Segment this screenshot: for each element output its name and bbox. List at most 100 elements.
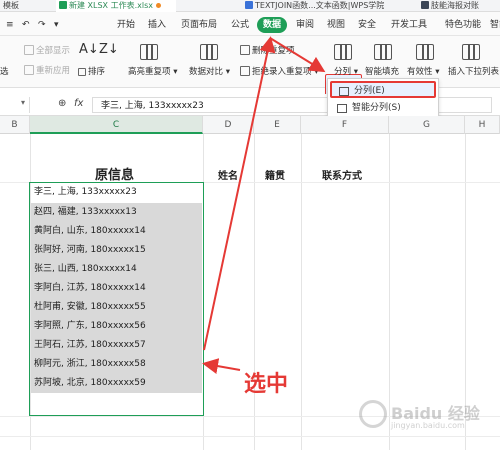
insert-dropdown-icon xyxy=(462,44,480,60)
filter-partial-label: 选 xyxy=(0,67,9,77)
reapply-label: 重新应用 xyxy=(36,66,71,76)
menu-redo-icon[interactable]: ↷ xyxy=(38,18,46,32)
smart-fill-button[interactable]: 智能填充 xyxy=(365,65,399,77)
annotation-label: 选中 xyxy=(244,372,289,397)
col-header-h[interactable]: H xyxy=(465,116,500,134)
header-contact[interactable]: 联系方式 xyxy=(322,167,362,182)
highlight-dup-button[interactable]: 高亮重复项 ▾ xyxy=(128,65,177,77)
col-header-c[interactable]: C xyxy=(30,116,203,134)
table-row[interactable]: 黄阿白, 山东, 180xxxxx14 xyxy=(31,222,202,241)
col-header-e[interactable]: E xyxy=(254,116,301,134)
tab-bar: 模板 新建 XLSX 工作表.xlsx TEXTJOIN函数...文本函数|WP… xyxy=(0,0,500,12)
table-row[interactable]: 李阿白, 江苏, 180xxxxx14 xyxy=(31,279,202,298)
table-row[interactable]: 李阿照, 广东, 180xxxxx56 xyxy=(31,317,202,336)
watermark-url: jingyan.baidu.com xyxy=(391,421,465,430)
split-dropdown-menu: 分列(E) 智能分列(S) xyxy=(327,78,439,118)
reject-dup-button[interactable]: 拒绝录入重复项 ▾ xyxy=(240,65,318,77)
fx-icon[interactable]: fx xyxy=(74,98,83,109)
tab-wps-article[interactable]: TEXTJOIN函数...文本函数|WPS学院 xyxy=(242,0,387,12)
unsaved-dot-icon xyxy=(155,3,161,8)
smart-split-icon xyxy=(337,104,347,113)
tab-label: 新建 XLSX 工作表.xlsx xyxy=(69,1,153,10)
delete-dup-button[interactable]: 删除重复项 xyxy=(240,44,295,56)
menu-item-label: 智能分列(S) xyxy=(352,103,401,113)
highlight-dup-icon xyxy=(140,44,158,60)
sort-az-icon[interactable]: Z↓ xyxy=(99,42,119,57)
sort-button[interactable]: 排序 xyxy=(78,65,105,77)
menu-back-icon[interactable]: ↶ xyxy=(22,18,30,32)
doc-icon xyxy=(421,1,429,9)
table-row[interactable]: 柳阿元, 浙江, 180xxxxx58 xyxy=(31,355,202,374)
header-original-info[interactable]: 原信息 xyxy=(95,164,134,183)
table-row[interactable]: 张阿好, 河南, 180xxxxx15 xyxy=(31,241,202,260)
menu-page-layout[interactable]: 页面布局 xyxy=(181,18,217,32)
menu-data[interactable]: 数据 xyxy=(257,17,288,33)
data-compare-button[interactable]: 数据对比 ▾ xyxy=(189,65,230,77)
insert-dropdown-button[interactable]: 插入下拉列表 xyxy=(448,65,499,77)
header-origin[interactable]: 籍贯 xyxy=(265,167,285,182)
menu-review[interactable]: 审阅 xyxy=(296,18,314,32)
col-header-g[interactable]: G xyxy=(389,116,465,134)
chevron-down-icon: ▾ xyxy=(20,98,25,107)
menu-view[interactable]: 视图 xyxy=(327,18,345,32)
reject-dup-label: 拒绝录入重复项 xyxy=(252,67,312,77)
name-box[interactable]: ▾ xyxy=(0,97,30,113)
menu-smart[interactable]: 智能 xyxy=(490,18,500,32)
reject-dup-icon xyxy=(240,66,250,76)
col-header-f[interactable]: F xyxy=(301,116,389,134)
col-header-b[interactable]: B xyxy=(0,116,30,134)
menu-more-icon[interactable]: ▾ xyxy=(54,18,59,32)
data-compare-label: 数据对比 xyxy=(189,67,224,77)
refresh-icon xyxy=(24,65,34,75)
menu-formula[interactable]: 公式 xyxy=(231,18,249,32)
tab-label: 肢能海报对账 xyxy=(431,1,479,10)
table-row[interactable]: 苏阿坡, 北京, 180xxxxx59 xyxy=(31,374,202,393)
table-row[interactable]: 王阿石, 江苏, 180xxxxx57 xyxy=(31,336,202,355)
table-row[interactable]: 张三, 山西, 180xxxxx14 xyxy=(31,260,202,279)
baidu-paw-icon xyxy=(359,400,387,428)
sort-icon[interactable]: A↓ xyxy=(79,42,99,57)
table-row[interactable]: 赵四, 福建, 133xxxxx13 xyxy=(31,203,202,222)
smart-fill-label: 智能填充 xyxy=(365,67,400,77)
menu-item-split-e[interactable]: 分列(E) xyxy=(330,81,436,98)
header-name[interactable]: 姓名 xyxy=(218,167,238,182)
show-all-label: 全部显示 xyxy=(36,46,71,56)
sort-label: 排序 xyxy=(88,67,106,77)
menu-hamburger-icon[interactable]: ≡ xyxy=(6,18,14,32)
split-column-icon xyxy=(339,87,349,96)
tab-xlsx-file[interactable]: 新建 XLSX 工作表.xlsx xyxy=(56,0,176,12)
col-header-d[interactable]: D xyxy=(203,116,254,134)
show-all-button[interactable]: 全部显示 xyxy=(24,44,70,56)
split-label: 分列 xyxy=(334,67,352,77)
xlsx-icon xyxy=(59,1,67,9)
highlight-dup-label: 高亮重复项 xyxy=(128,67,171,77)
zoom-search-icon[interactable]: ⊕ xyxy=(58,98,66,109)
split-column-icon xyxy=(334,44,352,60)
validity-icon xyxy=(416,44,434,60)
validity-button[interactable]: 有效性 ▾ xyxy=(407,65,439,77)
menu-insert[interactable]: 插入 xyxy=(148,18,166,32)
baidu-watermark: Baidu 经验 jingyan.baidu.com xyxy=(355,396,495,436)
menu-item-label: 分列(E) xyxy=(354,86,385,96)
validity-label: 有效性 xyxy=(407,67,433,77)
sort-small-icon xyxy=(78,68,86,76)
menu-developer[interactable]: 开发工具 xyxy=(391,18,427,32)
split-button[interactable]: 分列 ▾ xyxy=(334,65,358,77)
menu-features[interactable]: 特色功能 xyxy=(445,18,481,32)
menu-bar: ≡ ↶ ↷ ▾ 开始 插入 页面布局 公式 数据 审阅 视图 安全 开发工具 特… xyxy=(0,12,500,36)
wps-icon xyxy=(245,1,253,9)
menu-security[interactable]: 安全 xyxy=(358,18,376,32)
tab-template[interactable]: 模板 xyxy=(0,0,22,12)
menu-item-smart-split[interactable]: 智能分列(S) xyxy=(330,100,401,117)
tab-doc[interactable]: 肢能海报对账 xyxy=(418,0,482,12)
column-headers: B C D E F G H xyxy=(0,116,500,134)
delete-dup-label: 删除重复项 xyxy=(252,46,295,56)
grid-line xyxy=(0,436,500,437)
table-row[interactable]: 李三, 上海, 133xxxxx23 xyxy=(31,183,202,202)
reapply-button[interactable]: 重新应用 xyxy=(24,64,70,76)
smart-fill-icon xyxy=(374,44,392,60)
table-row[interactable]: 杜阿甫, 安徽, 180xxxxx55 xyxy=(31,298,202,317)
menu-home[interactable]: 开始 xyxy=(117,18,135,32)
filter-icon xyxy=(24,45,34,55)
tab-label: 模板 xyxy=(3,1,19,10)
